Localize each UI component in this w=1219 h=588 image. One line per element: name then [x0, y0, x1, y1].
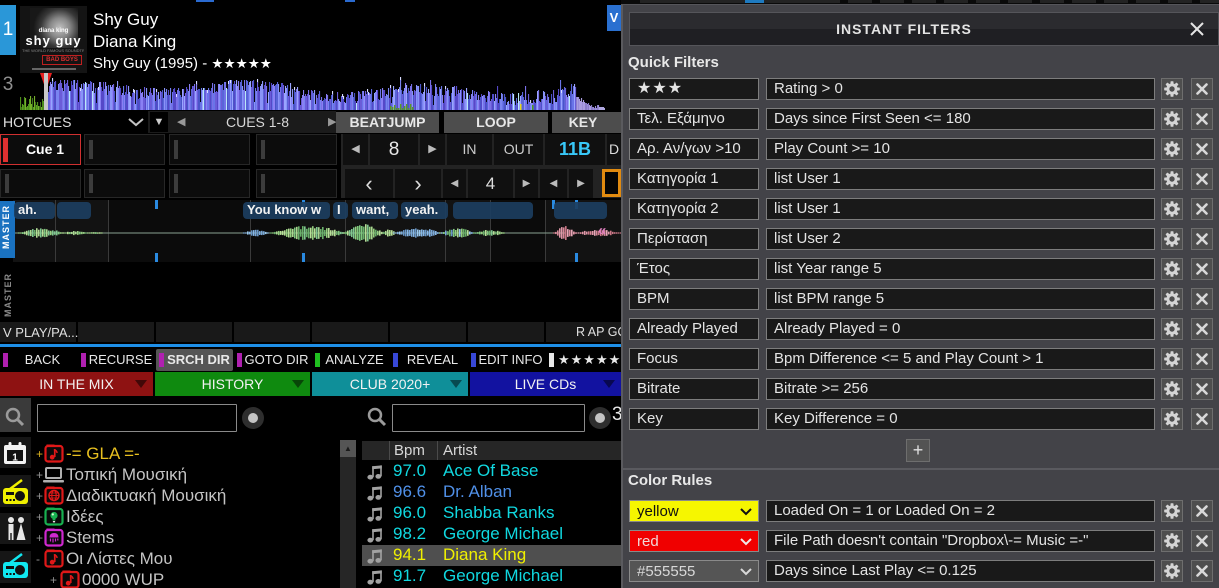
svg-text:1: 1	[12, 453, 18, 464]
